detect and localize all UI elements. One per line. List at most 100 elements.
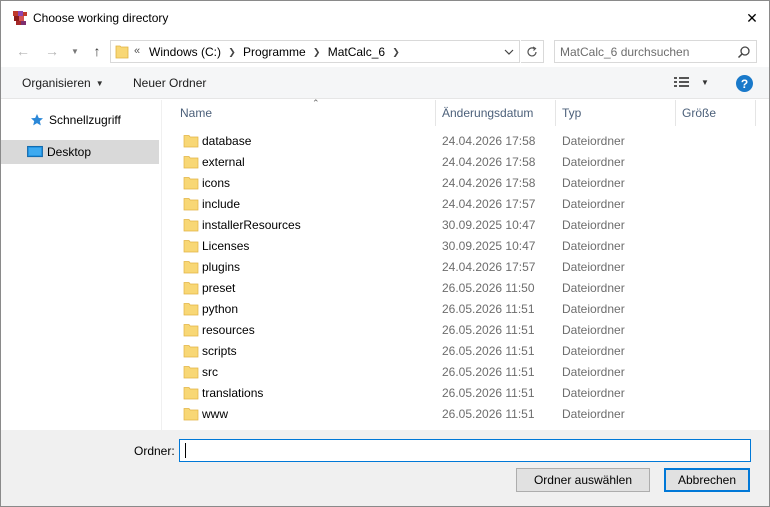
file-date: 26.05.2026 11:51 — [442, 323, 535, 337]
file-type: Dateiordner — [562, 239, 625, 253]
folder-icon — [183, 240, 199, 253]
table-row[interactable]: installerResources 30.09.2025 10:47 Dateio… — [163, 215, 769, 236]
nav-item-quick-access[interactable]: Schnellzugriff — [1, 108, 159, 132]
file-date: 24.04.2026 17:58 — [442, 155, 536, 169]
folder-icon — [183, 303, 199, 316]
folder-field-label: Ordner: — [134, 444, 175, 458]
recent-locations-button[interactable]: ▼ — [65, 41, 85, 61]
star-icon — [29, 113, 45, 127]
file-type: Dateiordner — [562, 281, 625, 295]
cancel-button[interactable]: Abbrechen — [664, 468, 750, 492]
column-header-label: Name — [180, 106, 213, 120]
up-button[interactable]: ↑ — [87, 41, 107, 61]
folder-icon — [183, 198, 199, 211]
table-row[interactable]: database 24.04.2026 17:58 Dateiordner — [163, 131, 769, 152]
address-row: ← → ▼ ↑ « Windows (C:) ❯ Programme ❯ Mat… — [1, 35, 769, 67]
table-row[interactable]: preset 26.05.2026 11:50 Dateiordner — [163, 278, 769, 299]
file-name: python — [202, 302, 239, 316]
file-name: include — [202, 197, 241, 211]
table-row[interactable]: icons 24.04.2026 17:58 Dateiordner — [163, 173, 769, 194]
table-row[interactable]: external 24.04.2026 17:58 Dateiordner — [163, 152, 769, 173]
table-row[interactable]: translations 26.05.2026 11:51 Dateiordner — [163, 383, 769, 404]
file-type: Dateiordner — [562, 344, 625, 358]
table-row[interactable]: Licenses 30.09.2025 10:47 Dateiordner — [163, 236, 769, 257]
close-button[interactable]: ✕ — [736, 3, 768, 33]
chevron-down-icon — [504, 49, 514, 55]
new-folder-label: Neuer Ordner — [133, 76, 207, 90]
nav-item-desktop[interactable]: Desktop — [1, 140, 159, 164]
file-name: database — [202, 134, 252, 148]
address-bar[interactable]: « Windows (C:) ❯ Programme ❯ MatCalc_6 ❯ — [110, 40, 520, 63]
column-header-date[interactable]: Änderungsdatum — [436, 100, 556, 126]
caret-down-icon: ▼ — [95, 78, 104, 88]
breadcrumb: Windows (C:) ❯ Programme ❯ MatCalc_6 ❯ — [149, 44, 407, 60]
view-options-button[interactable]: ▼ — [673, 75, 709, 89]
details-view-icon — [674, 77, 689, 87]
folder-icon — [183, 408, 199, 421]
choose-directory-dialog: Choose working directory ✕ ← → ▼ ↑ « Win… — [0, 0, 770, 507]
close-icon: ✕ — [746, 9, 758, 26]
command-bar: Organisieren ▼ Neuer Ordner ▼ ? — [1, 67, 769, 99]
nav-item-label: Schnellzugriff — [49, 113, 121, 127]
back-button[interactable]: ← — [13, 41, 33, 61]
file-date: 26.05.2026 11:51 — [442, 344, 535, 358]
address-dropdown-button[interactable] — [501, 43, 517, 60]
sort-ascending-icon: ⌃ — [312, 98, 320, 108]
organize-label: Organisieren — [22, 76, 91, 90]
file-date: 30.09.2025 10:47 — [442, 239, 536, 253]
file-type: Dateiordner — [562, 260, 625, 274]
file-type: Dateiordner — [562, 197, 625, 211]
organize-menu-button[interactable]: Organisieren ▼ — [22, 76, 104, 90]
new-folder-button[interactable]: Neuer Ordner — [133, 76, 206, 90]
column-header-label: Typ — [562, 106, 582, 120]
column-header-label: Änderungsdatum — [442, 106, 534, 120]
help-icon[interactable]: ? — [736, 75, 753, 92]
column-header-size[interactable]: Größe — [676, 100, 756, 126]
file-name: external — [202, 155, 245, 169]
table-row[interactable]: src 26.05.2026 11:51 Dateiordner — [163, 362, 769, 383]
table-row[interactable]: python 26.05.2026 11:51 Dateiordner — [163, 299, 769, 320]
nav-item-label: Desktop — [47, 145, 92, 159]
table-row[interactable]: include 24.04.2026 17:57 Dateiordner — [163, 194, 769, 215]
file-name: src — [202, 365, 218, 379]
breadcrumb-item[interactable]: Windows (C:) — [149, 45, 221, 59]
refresh-icon — [527, 45, 537, 56]
table-row[interactable]: resources 26.05.2026 11:51 Dateiordner — [163, 320, 769, 341]
text-caret — [185, 443, 186, 458]
folder-icon — [183, 345, 199, 358]
file-name: translations — [202, 386, 264, 400]
table-row[interactable]: scripts 26.05.2026 11:51 Dateiordner — [163, 341, 769, 362]
column-header-label: Größe — [682, 106, 717, 120]
file-name: www — [202, 407, 228, 421]
forward-button[interactable]: → — [42, 41, 62, 61]
file-name: plugins — [202, 260, 241, 274]
file-type: Dateiordner — [562, 365, 625, 379]
column-header-name[interactable]: Name ⌃ — [174, 98, 436, 126]
file-type: Dateiordner — [562, 323, 625, 337]
overflow-crumb-icon[interactable]: « — [134, 45, 140, 57]
search-box[interactable]: MatCalc_6 durchsuchen — [554, 40, 757, 63]
refresh-button[interactable] — [521, 40, 544, 63]
desktop-icon — [27, 145, 43, 159]
dialog-footer: Ordner: Ordner auswählen Abbrechen — [1, 430, 769, 506]
table-row[interactable]: www 26.05.2026 11:51 Dateiordner — [163, 404, 769, 425]
search-input[interactable]: MatCalc_6 durchsuchen — [560, 45, 689, 59]
breadcrumb-item[interactable]: Programme — [243, 45, 306, 59]
folder-icon — [115, 45, 129, 59]
file-date: 26.05.2026 11:51 — [442, 302, 535, 316]
chevron-right-icon[interactable]: ❯ — [221, 47, 243, 58]
folder-name-input[interactable] — [179, 439, 751, 462]
chevron-right-icon[interactable]: ❯ — [385, 47, 407, 58]
breadcrumb-item[interactable]: MatCalc_6 — [328, 45, 385, 59]
folder-icon — [183, 219, 199, 232]
pane-splitter[interactable] — [161, 100, 162, 430]
search-icon[interactable] — [737, 45, 751, 59]
file-date: 24.04.2026 17:57 — [442, 260, 536, 274]
folder-icon — [183, 156, 199, 169]
table-row[interactable]: plugins 24.04.2026 17:57 Dateiordner — [163, 257, 769, 278]
folder-icon — [183, 177, 199, 190]
chevron-right-icon[interactable]: ❯ — [306, 47, 328, 58]
file-date: 26.05.2026 11:51 — [442, 407, 535, 421]
column-header-type[interactable]: Typ — [556, 100, 676, 126]
select-folder-button[interactable]: Ordner auswählen — [516, 468, 650, 492]
